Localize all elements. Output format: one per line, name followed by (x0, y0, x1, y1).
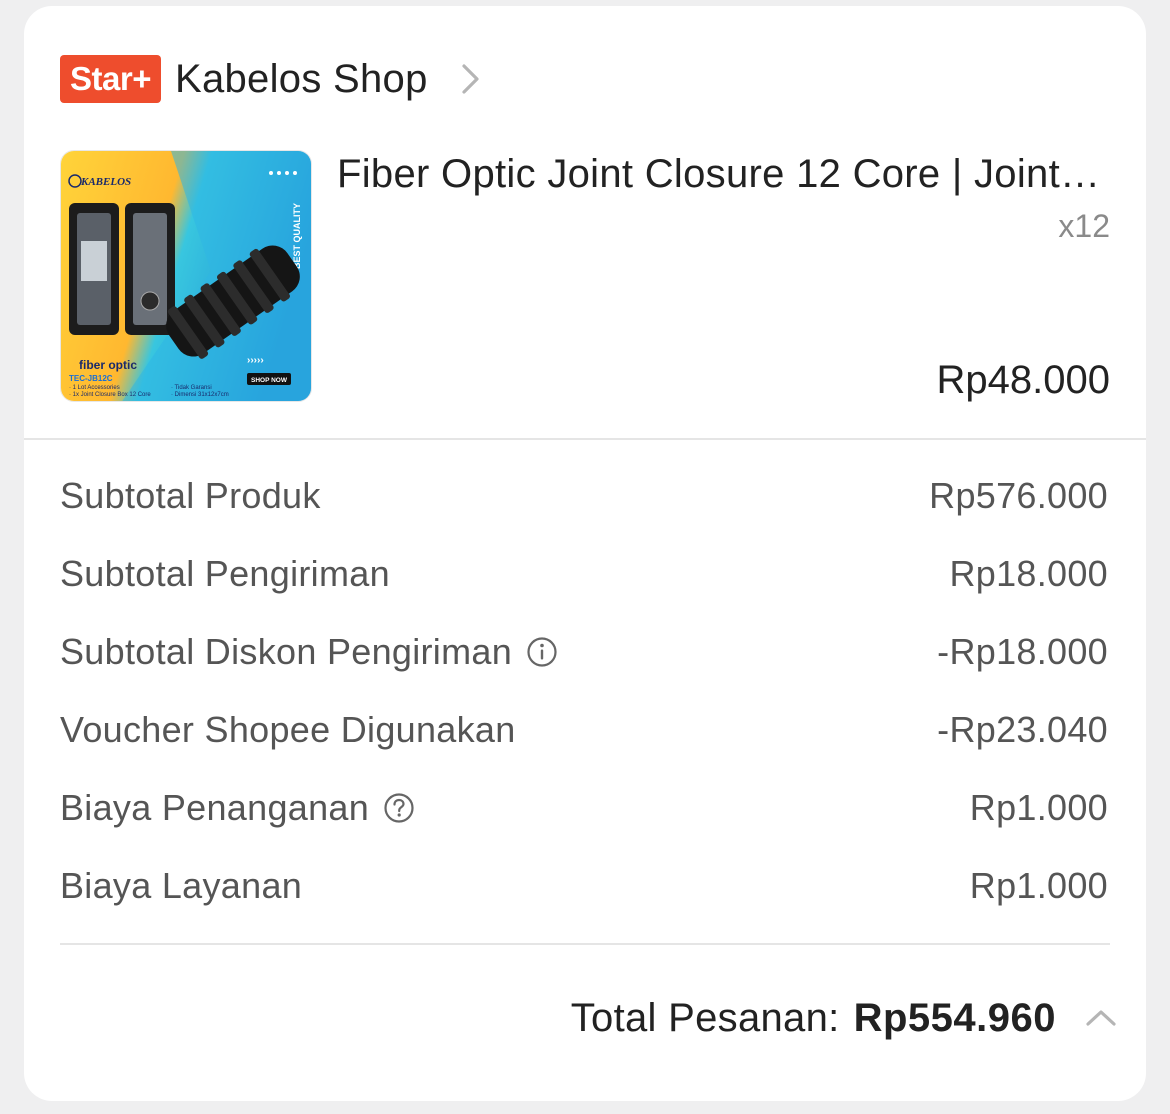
summary-value: Rp1.000 (969, 865, 1108, 906)
order-total[interactable]: Total Pesanan: Rp554.960 (571, 994, 1118, 1042)
help-icon[interactable] (383, 792, 415, 824)
product-item[interactable]: KABELOS BEST QUALITY fiber optic TEC-JB1… (60, 150, 1110, 402)
summary-row-biaya-penanganan: Biaya Penanganan Rp1.000 (60, 784, 1108, 862)
total-label: Total Pesanan: (570, 995, 840, 1040)
summary-row-subtotal-pengiriman: Subtotal Pengiriman Rp18.000 (60, 550, 1108, 628)
image-brand-text: KABELOS (80, 176, 131, 188)
summary-row-subtotal-produk: Subtotal Produk Rp576.000 (60, 472, 1108, 550)
summary-row-diskon-pengiriman: Subtotal Diskon Pengiriman -Rp18.000 (60, 628, 1108, 706)
image-cta-text: SHOP NOW (251, 377, 288, 384)
order-summary-card: Star+ Kabelos Shop KABELOS BEST QUALITY … (24, 6, 1146, 1101)
image-arrows: ››››› (247, 355, 264, 366)
summary-label: Subtotal Pengiriman (60, 553, 390, 594)
summary-label-wrap: Biaya Penanganan (60, 784, 415, 832)
summary-value: Rp18.000 (949, 553, 1108, 594)
star-plus-badge: Star+ (60, 55, 161, 103)
summary-label: Subtotal Produk (60, 475, 321, 516)
price-summary: Subtotal Produk Rp576.000 Subtotal Pengi… (60, 472, 1108, 940)
chevron-right-icon[interactable] (460, 62, 482, 96)
summary-value: -Rp23.040 (937, 709, 1108, 750)
summary-label: Voucher Shopee Digunakan (60, 709, 516, 750)
product-image[interactable]: KABELOS BEST QUALITY fiber optic TEC-JB1… (60, 150, 312, 402)
image-note-3: · Tidak Garansi (171, 385, 212, 391)
summary-label: Biaya Penanganan (60, 787, 370, 828)
chevron-up-icon[interactable] (1084, 1007, 1118, 1029)
summary-row-biaya-layanan: Biaya Layanan Rp1.000 (60, 862, 1108, 940)
shop-name[interactable]: Kabelos Shop (175, 57, 428, 102)
summary-label-wrap: Subtotal Diskon Pengiriman (60, 628, 558, 676)
image-model-text: TEC-JB12C (69, 374, 113, 383)
divider (24, 438, 1146, 440)
image-note-2: · 1x Joint Closure Box 12 Core (69, 392, 151, 398)
product-price: Rp48.000 (936, 358, 1110, 402)
summary-value: -Rp18.000 (937, 631, 1108, 672)
summary-label: Subtotal Diskon Pengiriman (60, 631, 513, 672)
divider (60, 943, 1110, 945)
image-note-4: · Dimensi 31x12x7cm (171, 392, 229, 398)
image-note-1: · 1 Lot Accessories (69, 385, 120, 391)
image-tag-text: BEST QUALITY (292, 203, 302, 269)
product-title[interactable]: Fiber Optic Joint Closure 12 Core | Join… (337, 152, 1110, 197)
product-quantity: x12 (1058, 208, 1110, 244)
summary-value: Rp576.000 (929, 475, 1108, 516)
info-icon[interactable] (526, 636, 558, 668)
summary-row-voucher: Voucher Shopee Digunakan -Rp23.040 (60, 706, 1108, 784)
total-value: Rp554.960 (853, 995, 1056, 1040)
shop-header[interactable]: Star+ Kabelos Shop (60, 54, 482, 104)
summary-label: Biaya Layanan (60, 865, 303, 906)
summary-value: Rp1.000 (969, 787, 1108, 828)
image-category-text: fiber optic (79, 358, 137, 372)
